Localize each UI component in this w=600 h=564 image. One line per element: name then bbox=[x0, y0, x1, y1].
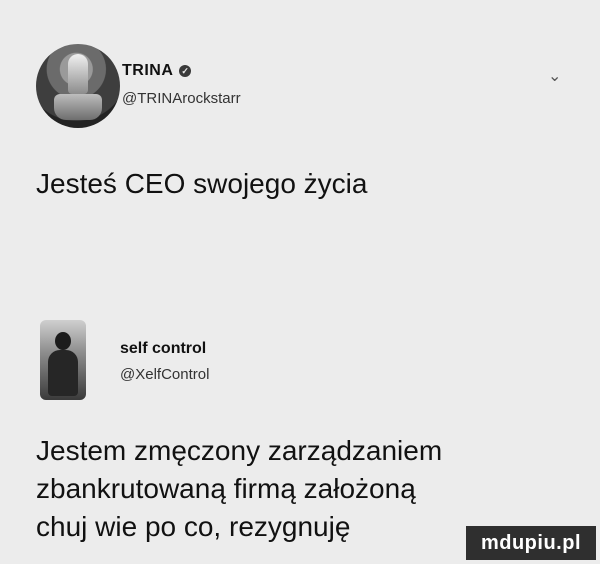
verified-badge-icon: ✓ bbox=[179, 65, 192, 77]
display-name[interactable]: self control bbox=[120, 340, 206, 358]
tweet-text: Jesteś CEO swojego życia bbox=[36, 168, 368, 199]
watermark-logo: mdupiu.pl bbox=[466, 526, 596, 560]
reply-line: zbankrutowaną firmą założoną bbox=[36, 473, 416, 504]
display-name[interactable]: TRINA ✓ bbox=[122, 62, 192, 80]
avatar-suit bbox=[48, 350, 78, 396]
avatar-cake bbox=[54, 94, 102, 120]
reply-line: Jestem zmęczony zarządzaniem bbox=[36, 435, 443, 466]
avatar[interactable] bbox=[40, 320, 86, 400]
avatar-head bbox=[55, 332, 71, 350]
chevron-down-icon[interactable]: ⌄ bbox=[548, 66, 561, 86]
display-name-text: TRINA bbox=[122, 62, 174, 79]
user-handle[interactable]: @TRINArockstarr bbox=[122, 90, 241, 107]
user-handle[interactable]: @XelfControl bbox=[120, 366, 209, 383]
reply-header: self control @XelfControl bbox=[40, 320, 340, 400]
avatar-figure bbox=[68, 54, 88, 94]
avatar[interactable] bbox=[36, 44, 120, 128]
tweet-header: TRINA ✓ @TRINArockstarr ⌄ bbox=[36, 44, 566, 128]
